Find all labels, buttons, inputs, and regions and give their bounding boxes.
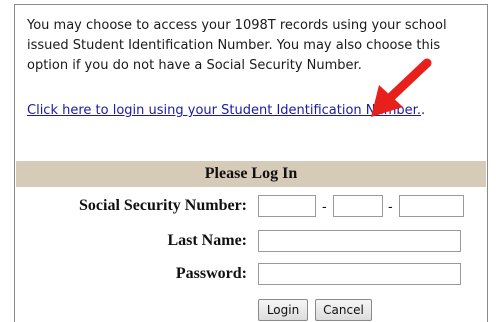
ssn-part1-input[interactable]	[258, 195, 316, 217]
ssn-separator-1: -	[322, 198, 327, 214]
form-header: Please Log In	[16, 161, 486, 187]
login-panel: You may choose to access your 1098T reco…	[14, 4, 488, 322]
student-id-login-link[interactable]: Click here to login using your Student I…	[27, 103, 421, 118]
ssn-label: Social Security Number:	[79, 197, 247, 214]
cancel-button[interactable]: Cancel	[315, 299, 372, 321]
password-label: Password:	[175, 265, 247, 282]
ssn-row: Social Security Number: - -	[15, 193, 487, 219]
page-frame: You may choose to access your 1098T reco…	[0, 0, 496, 322]
ssn-part3-input[interactable]	[399, 195, 464, 217]
ssn-separator-2: -	[388, 198, 393, 214]
password-input[interactable]	[258, 263, 461, 285]
ssn-part2-input[interactable]	[333, 195, 383, 217]
last-name-label: Last Name:	[167, 232, 247, 249]
red-arrow-icon	[371, 58, 432, 117]
last-name-input[interactable]	[258, 230, 461, 252]
last-name-row: Last Name:	[15, 228, 487, 254]
login-button[interactable]: Login	[258, 299, 308, 321]
password-row: Password:	[15, 261, 487, 287]
